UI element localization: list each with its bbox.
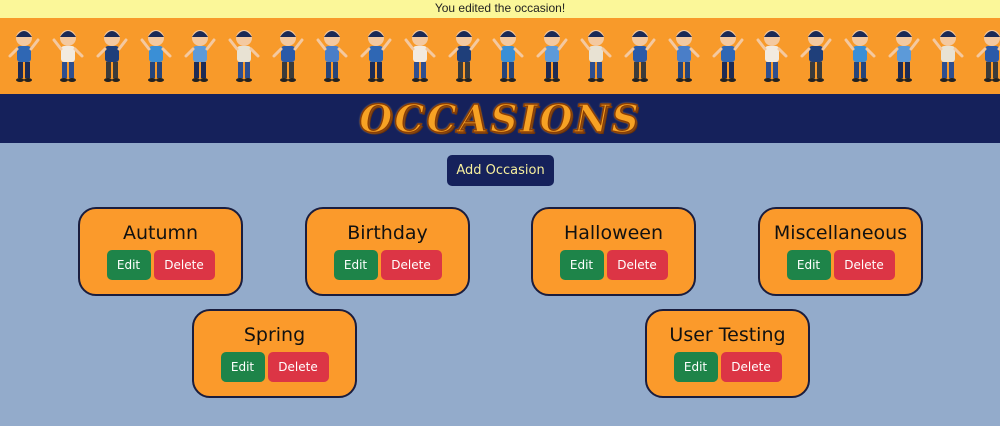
edit-button[interactable]: Edit: [333, 250, 378, 280]
kid-figure: [844, 30, 876, 82]
delete-button[interactable]: Delete: [720, 352, 782, 382]
kid-figure: [492, 30, 524, 82]
delete-button[interactable]: Delete: [833, 250, 895, 280]
kid-figure: [536, 30, 568, 82]
occasion-card-autumn: Autumn Edit Delete: [78, 207, 243, 296]
edit-button[interactable]: Edit: [559, 250, 604, 280]
occasion-card-miscellaneous: Miscellaneous Edit Delete: [758, 207, 923, 296]
kid-figure: [404, 30, 436, 82]
kids-illustration: [8, 30, 1000, 82]
kid-figure: [580, 30, 612, 82]
kid-figure: [316, 30, 348, 82]
delete-button[interactable]: Delete: [153, 250, 215, 280]
occasion-card-spring: Spring Edit Delete: [192, 309, 357, 398]
occasion-name: Autumn: [122, 222, 199, 244]
kid-figure: [52, 30, 84, 82]
kid-figure: [272, 30, 304, 82]
edit-button[interactable]: Edit: [786, 250, 831, 280]
delete-button[interactable]: Delete: [380, 250, 442, 280]
kid-figure: [756, 30, 788, 82]
kid-figure: [360, 30, 392, 82]
kid-figure: [184, 30, 216, 82]
edit-button[interactable]: Edit: [673, 352, 718, 382]
banner-image: [0, 18, 1000, 94]
occasion-name: Miscellaneous: [773, 222, 908, 244]
kid-figure: [96, 30, 128, 82]
page-title: OCCASIONS: [358, 95, 641, 142]
kid-figure: [624, 30, 656, 82]
delete-button[interactable]: Delete: [267, 352, 329, 382]
flash-message: You edited the occasion!: [0, 0, 1000, 18]
delete-button[interactable]: Delete: [606, 250, 668, 280]
occasion-card-birthday: Birthday Edit Delete: [305, 207, 470, 296]
kid-figure: [448, 30, 480, 82]
edit-button[interactable]: Edit: [106, 250, 151, 280]
kid-figure: [800, 30, 832, 82]
occasion-card-user-testing: User Testing Edit Delete: [645, 309, 810, 398]
title-bar: OCCASIONS: [0, 94, 1000, 143]
occasion-name: Spring: [243, 324, 306, 346]
occasion-name: Halloween: [563, 222, 664, 244]
kid-figure: [976, 30, 1000, 82]
kid-figure: [140, 30, 172, 82]
kid-figure: [668, 30, 700, 82]
add-occasion-button[interactable]: Add Occasion: [447, 155, 554, 186]
occasion-name: Birthday: [347, 222, 428, 244]
kid-figure: [932, 30, 964, 82]
kid-figure: [8, 30, 40, 82]
edit-button[interactable]: Edit: [220, 352, 265, 382]
kid-figure: [712, 30, 744, 82]
kid-figure: [228, 30, 260, 82]
kid-figure: [888, 30, 920, 82]
occasion-card-halloween: Halloween Edit Delete: [531, 207, 696, 296]
occasion-name: User Testing: [669, 324, 786, 346]
